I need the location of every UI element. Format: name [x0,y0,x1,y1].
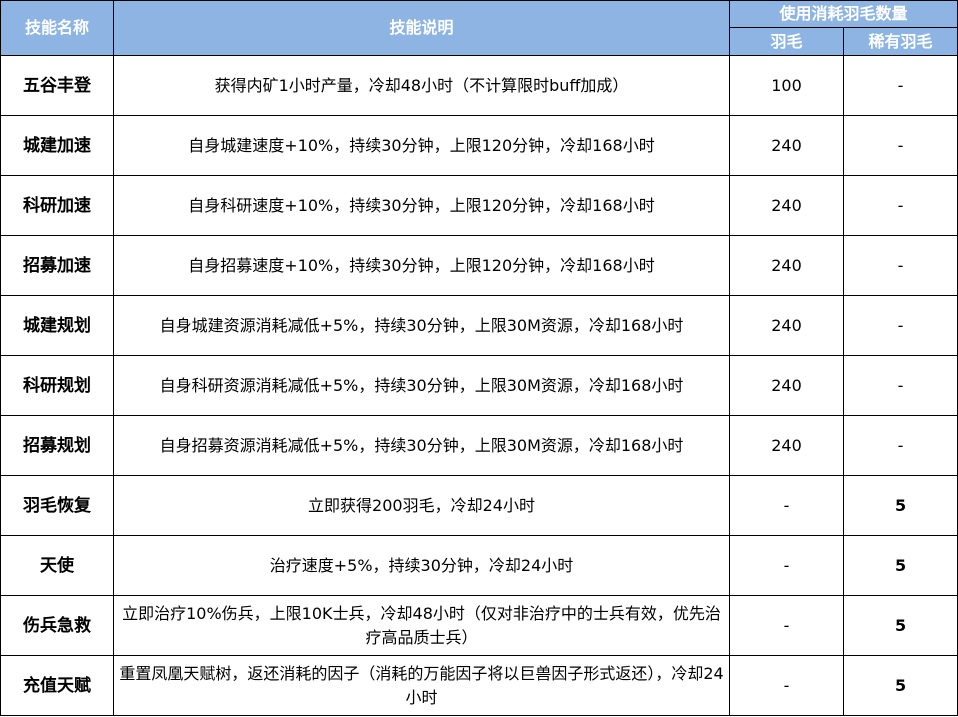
header-cost-group: 使用消耗羽毛数量 [728,0,958,28]
table-row: 城建规划 自身城建资源消耗减低+5%，持续30分钟，上限30M资源，冷却168小时… [0,295,958,356]
skill-name-cell: 充值天赋 [0,655,114,716]
skill-name-cell: 科研加速 [0,175,114,236]
rare-feather-count-cell: - [842,115,958,176]
header-row-top: 技能名称 技能说明 使用消耗羽毛数量 [0,0,958,56]
skill-desc-cell: 治疗速度+5%，持续30分钟，冷却24小时 [113,535,730,596]
skill-table: 技能名称 技能说明 使用消耗羽毛数量 羽毛 稀有羽毛 五谷丰登 获得内矿1小时产量… [0,0,958,716]
skill-desc-cell: 获得内矿1小时产量，冷却48小时（不计算限时buff加成） [113,55,730,116]
header-rare-feather: 稀有羽毛 [842,27,958,56]
feather-count-cell: 240 [729,355,844,416]
skill-name-cell: 羽毛恢复 [0,475,114,536]
feather-count-cell: 240 [729,235,844,296]
header-feather: 羽毛 [729,27,844,56]
skill-desc-cell: 自身城建速度+10%，持续30分钟，上限120分钟，冷却168小时 [113,115,730,176]
skill-name-cell: 城建规划 [0,295,114,356]
skill-name-cell: 城建加速 [0,115,114,176]
feather-count-cell: 240 [729,115,844,176]
feather-count-cell: - [729,595,844,656]
skill-name-cell: 伤兵急救 [0,595,114,656]
rare-feather-count-cell: 5 [842,535,958,596]
table-row: 招募规划 自身招募资源消耗减低+5%，持续30分钟，上限30M资源，冷却168小时… [0,415,958,476]
skill-name-cell: 招募规划 [0,415,114,476]
table-row: 科研规划 自身科研资源消耗减低+5%，持续30分钟，上限30M资源，冷却168小时… [0,355,958,416]
rare-feather-count-cell: - [842,235,958,296]
table-row: 伤兵急救 立即治疗10%伤兵，上限10K士兵，冷却48小时（仅对非治疗中的士兵有效… [0,595,958,656]
feather-count-cell: 240 [729,415,844,476]
feather-count-cell: - [729,475,844,536]
skill-name-cell: 招募加速 [0,235,114,296]
table-row: 招募加速 自身招募速度+10%，持续30分钟，上限120分钟，冷却168小时 240… [0,235,958,296]
rare-feather-count-cell: 5 [842,595,958,656]
table-row: 羽毛恢复 立即获得200羽毛，冷却24小时 -5 [0,475,958,536]
rare-feather-count-cell: - [842,55,958,116]
skill-desc-cell: 自身招募速度+10%，持续30分钟，上限120分钟，冷却168小时 [113,235,730,296]
header-skill-desc: 技能说明 [113,0,730,56]
skill-desc-cell: 立即治疗10%伤兵，上限10K士兵，冷却48小时（仅对非治疗中的士兵有效，优先治… [113,595,730,656]
skill-name-cell: 天使 [0,535,114,596]
feather-count-cell: - [729,655,844,716]
header-skill-name: 技能名称 [0,0,114,56]
table-row: 五谷丰登 获得内矿1小时产量，冷却48小时（不计算限时buff加成） 100- [0,55,958,116]
rare-feather-count-cell: 5 [842,475,958,536]
skill-name-cell: 五谷丰登 [0,55,114,116]
rare-feather-count-cell: - [842,175,958,236]
rare-feather-count-cell: - [842,355,958,416]
table-row: 科研加速 自身科研速度+10%，持续30分钟，上限120分钟，冷却168小时 240… [0,175,958,236]
skill-name-cell: 科研规划 [0,355,114,416]
feather-count-cell: - [729,535,844,596]
feather-count-cell: 240 [729,175,844,236]
table-row: 城建加速 自身城建速度+10%，持续30分钟，上限120分钟，冷却168小时 240… [0,115,958,176]
feather-count-cell: 100 [729,55,844,116]
table-body: 五谷丰登 获得内矿1小时产量，冷却48小时（不计算限时buff加成） 100- 城建加… [0,55,958,716]
rare-feather-count-cell: - [842,415,958,476]
rare-feather-count-cell: - [842,295,958,356]
skill-desc-cell: 立即获得200羽毛，冷却24小时 [113,475,730,536]
rare-feather-count-cell: 5 [842,655,958,716]
skill-desc-cell: 自身科研速度+10%，持续30分钟，上限120分钟，冷却168小时 [113,175,730,236]
table-row: 天使 治疗速度+5%，持续30分钟，冷却24小时 -5 [0,535,958,596]
skill-desc-cell: 自身科研资源消耗减低+5%，持续30分钟，上限30M资源，冷却168小时 [113,355,730,416]
skill-desc-cell: 自身招募资源消耗减低+5%，持续30分钟，上限30M资源，冷却168小时 [113,415,730,476]
skill-desc-cell: 重置凤凰天赋树，返还消耗的因子（消耗的万能因子将以巨兽因子形式返还），冷却24小… [113,655,730,716]
table-row: 充值天赋 重置凤凰天赋树，返还消耗的因子（消耗的万能因子将以巨兽因子形式返还），冷… [0,655,958,716]
skill-desc-cell: 自身城建资源消耗减低+5%，持续30分钟，上限30M资源，冷却168小时 [113,295,730,356]
feather-count-cell: 240 [729,295,844,356]
